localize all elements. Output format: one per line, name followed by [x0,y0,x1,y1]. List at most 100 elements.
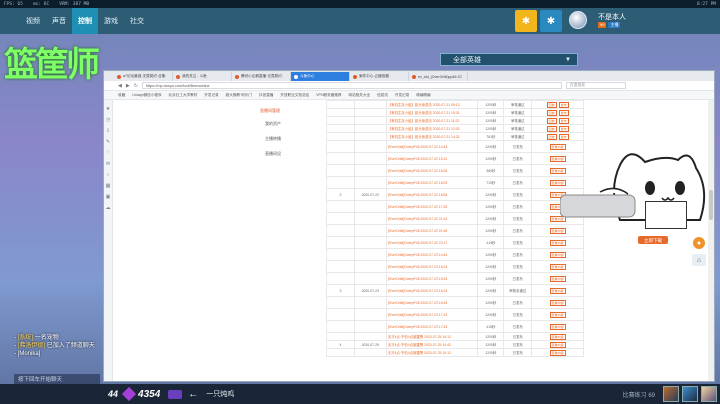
tab-video[interactable]: 视频 [20,8,46,34]
tab-game[interactable]: 游戏 [98,8,124,34]
hero-select-dropdown[interactable]: 全部英雄 ▼ [440,53,578,66]
refresh-icon[interactable]: ↻ [134,83,138,89]
note-icon[interactable]: ✎ [106,139,110,145]
replay-link[interactable]: 【有机生存小组】影分身游击 2020-07-21 10:31 [385,108,479,117]
replay-link[interactable]: 【有机生存小组】影分身游击 2020-07-21 14:32 [385,132,479,141]
hero-portrait[interactable] [663,386,679,402]
browser-tab[interactable]: 我的关注 - 斗鱼 [173,72,232,81]
row-action-button[interactable]: 查看内容 [549,299,566,306]
tab-social[interactable]: 社交 [124,8,150,34]
bookmark-item[interactable]: 抖音直播 [259,93,273,98]
row-action-button[interactable]: 回放 [546,109,557,116]
row-action-button[interactable]: 查看内容 [549,323,566,330]
cat-download-button[interactable]: 立即下载 [644,237,662,244]
replay-link[interactable]: [OverOrbit]OverpP46 2020-07-23 16:43 [385,296,479,309]
bookmark-item[interactable]: 开发记录 [395,93,409,98]
replay-link[interactable]: [OverOrbit]OverpP46 2020-07-23 17:43 [385,320,479,333]
bookmark-item[interactable]: 信息流 [377,93,388,98]
bookmark-item[interactable]: Uniapp微信小程序 [132,93,161,98]
menu-item-room-settings[interactable]: 直播间设 [260,151,320,157]
url-input[interactable]: https://mp.douyu.com/tool/filemachine [141,82,562,89]
bookmark-item[interactable]: 开放职业文档总结 [280,93,309,98]
row-action-button[interactable]: 回放 [546,101,557,108]
replay-link[interactable]: 【有机生存小组】影分身游击 2020-07-21 09:13 [385,100,479,109]
replay-link[interactable]: [OverOrbit]OverpP46 2020-07-22 16:54 [385,188,479,201]
search-input[interactable]: 百度搜索 [565,82,626,89]
tab-controls[interactable]: 控制 [72,8,98,34]
home-icon[interactable]: ⌂ [692,254,706,266]
replay-link[interactable]: [OverOrbit]OverpP46 2020-07-22 21:45 [385,224,479,237]
replay-link[interactable]: 天才4点·不怕4点被雷劈 2020-07-25 14:12 [385,332,479,341]
row-action-button[interactable]: 查看内容 [549,287,566,294]
replay-link[interactable]: 【有机生存小组】影分身游击 2020-07-21 12:02 [385,124,479,133]
replay-link[interactable]: [OverOrbit]OverpP46 2020-07-23 17:13 [385,308,479,321]
row-action-button[interactable]: 回放 [546,117,557,124]
replay-link[interactable]: [OverOrbit]OverpP46 2020-07-22 17:26 [385,200,479,213]
back-arrow-icon[interactable]: ← [188,389,198,400]
bookmark-item[interactable]: 超大佛教·阿乐门 [226,93,252,98]
browser-tab-active[interactable]: 斗鱼中心 [291,72,350,81]
replay-link[interactable]: [OverOrbit]OverpP46 2020-07-22 22:17 [385,236,479,249]
browser-tab[interactable]: ev_ctd_(OverOrbit)pp46 2C [409,72,468,81]
row-action-button[interactable]: 回放 [546,133,557,140]
replay-link[interactable]: [OverOrbit]OverpP46 2020-07-23 15:14 [385,260,479,273]
replay-link[interactable]: [OverOrbit]OverpP46 2020-07-22 14:43 [385,140,479,153]
bookmark-item[interactable]: 收藏 [118,93,125,98]
browser-tab[interactable]: 案件中心-云播放器 [350,72,409,81]
tab-sound[interactable]: 声音 [46,8,72,34]
hero-portrait[interactable] [701,386,717,402]
hero-portrait[interactable] [682,386,698,402]
table-cell: 1200秒 [477,212,505,225]
row-action-button[interactable]: 查看内容 [549,341,566,348]
chat-input[interactable]: 按下回车开始聊天 [14,374,100,384]
play-icon[interactable]: ● [693,237,705,249]
row-action-button[interactable]: 查看内容 [549,349,566,356]
replay-link[interactable]: [OverOrbit]OverpP46 2020-07-23 14:44 [385,248,479,261]
mail-icon[interactable]: ✉ [106,161,110,167]
social-icon[interactable]: ✱ [515,10,537,32]
bookmark-item[interactable]: 精编精编 [416,93,430,98]
replay-link[interactable]: [OverOrbit]OverpP46 2020-07-22 16:03 [385,176,479,189]
row-action-button[interactable]: 查看内容 [549,311,566,318]
row-action-button[interactable]: 发布 [558,125,569,132]
history-icon[interactable]: ◷ [106,117,110,123]
avatar[interactable] [569,11,587,29]
replay-link[interactable]: [OverOrbit]OverpP46 2020-07-22 21:14 [385,212,479,225]
cloud-icon[interactable]: ☁ [106,205,111,211]
row-action-button[interactable]: 发布 [558,109,569,116]
bookmark-item[interactable]: 网站相关大全 [349,93,371,98]
star-icon[interactable]: ★ [106,106,110,112]
row-action-button[interactable]: 查看内容 [549,263,566,270]
row-action-button[interactable]: 查看内容 [549,251,566,258]
row-action-button[interactable]: 查看内容 [549,143,566,150]
row-action-button[interactable]: 查看内容 [549,275,566,282]
bookmark-item[interactable]: 北京社工大学教材 [169,93,198,98]
bookmark-item[interactable]: VPN服务器推荐 [316,93,341,98]
replay-link[interactable]: [OverOrbit]OverpP46 2020-07-23 15:43 [385,272,479,285]
friends-icon[interactable]: ✱ [540,10,562,32]
row-action-button[interactable]: 回放 [546,125,557,132]
streamer-badge: 主播 [608,22,621,28]
bookmark-item[interactable]: 开发记录 [204,93,218,98]
replay-link[interactable]: [OverOrbit]OverpP46 2020-07-22 15:26 [385,164,479,177]
back-icon[interactable]: ◀ [118,83,122,89]
heart-icon[interactable]: ♡ [106,150,110,156]
row-action-button[interactable]: 发布 [558,133,569,140]
menu-item-assets[interactable]: 我的资产 [260,121,320,127]
browser-tab[interactable]: a7论坛最强·无畏契约·合集· [114,72,173,81]
replay-link[interactable]: 天才4点·不怕4点被雷劈 2020-07-25 15:12 [385,348,479,357]
chat-icon[interactable]: ○ [106,172,109,178]
grid-icon[interactable]: ▣ [106,194,111,200]
cart-icon[interactable]: ▦ [106,183,111,189]
menu-item-relay[interactable]: 主播转播 [260,136,320,142]
row-action-button[interactable]: 查看内容 [549,333,566,340]
replay-link[interactable]: 【有机生存小组】影分身游击 2020-07-21 11:22 [385,116,479,125]
replay-link[interactable]: 天才4点·不怕4点被雷劈 2020-07-25 14:42 [385,340,479,349]
row-action-button[interactable]: 发布 [558,117,569,124]
browser-tab[interactable]: 腾讯小企鹅直播·无畏契约· [232,72,291,81]
replay-link[interactable]: [OverOrbit]OverpP46 2020-07-23 16:13 [385,284,479,297]
download-icon[interactable]: ⇩ [106,128,110,134]
forward-icon[interactable]: ▶ [126,83,130,89]
replay-link[interactable]: [OverOrbit]OverpP46 2020-07-22 15:11 [385,152,479,165]
row-action-button[interactable]: 发布 [558,101,569,108]
